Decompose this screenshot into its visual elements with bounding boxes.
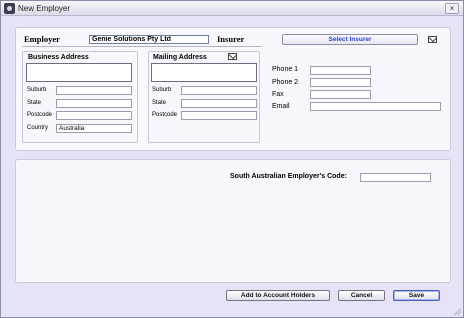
add-to-account-holders-button[interactable]: Add to Account Holders	[226, 290, 330, 301]
mailing-postcode-label: Postcode	[152, 112, 178, 118]
email-label: Email	[272, 103, 290, 110]
new-employer-window: New Employer × Employer Genie Solutions …	[0, 0, 464, 318]
mailing-postcode-field[interactable]	[181, 111, 257, 120]
header-divider	[22, 46, 262, 47]
business-state-label: State	[27, 100, 42, 106]
resize-grip-icon[interactable]	[453, 307, 461, 315]
phone2-label: Phone 2	[272, 79, 299, 86]
phone1-label: Phone 1	[272, 66, 299, 73]
business-suburb-field[interactable]	[56, 86, 132, 95]
window-title: New Employer	[18, 4, 71, 13]
business-state-field[interactable]	[56, 99, 132, 108]
phone1-field[interactable]	[310, 66, 371, 75]
sa-code-field[interactable]	[360, 173, 431, 182]
business-postcode-label: Postcode	[27, 112, 53, 118]
app-icon	[4, 3, 15, 14]
close-button[interactable]: ×	[445, 3, 459, 14]
business-country-label: Country	[27, 125, 49, 131]
business-country-field[interactable]: Australia	[56, 124, 132, 133]
fax-label: Fax	[272, 91, 284, 98]
fax-field[interactable]	[310, 90, 371, 99]
title-bar[interactable]: New Employer ×	[1, 1, 463, 16]
business-postcode-field[interactable]	[56, 111, 132, 120]
cancel-button[interactable]: Cancel	[338, 290, 385, 301]
mailing-state-label: State	[152, 100, 167, 106]
save-button[interactable]: Save	[393, 290, 440, 301]
envelope-icon[interactable]	[428, 36, 437, 43]
mailing-street-field[interactable]	[151, 63, 257, 82]
email-field[interactable]	[310, 102, 441, 111]
business-suburb-label: Suburb	[27, 87, 47, 93]
mailing-suburb-label: Suburb	[152, 87, 172, 93]
mailing-address-title: Mailing Address	[153, 54, 207, 61]
mailing-state-field[interactable]	[181, 99, 257, 108]
mailing-suburb-field[interactable]	[181, 86, 257, 95]
employer-label: Employer	[24, 34, 60, 44]
select-insurer-button[interactable]: Select Insurer	[282, 34, 418, 45]
business-street-field[interactable]	[26, 63, 132, 82]
phone2-field[interactable]	[310, 78, 371, 87]
business-address-title: Business Address	[28, 54, 89, 61]
employer-name-field[interactable]: Genie Solutions Pty Ltd	[89, 35, 209, 44]
insurer-label: Insurer	[217, 34, 245, 44]
envelope-icon[interactable]	[228, 53, 237, 60]
sa-code-label: South Australian Employer's Code:	[230, 173, 347, 180]
